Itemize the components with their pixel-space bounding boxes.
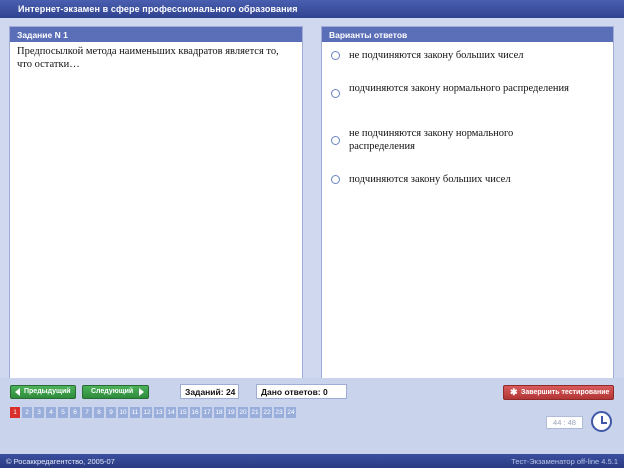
window-title: Интернет-экзамен в сфере профессионально…	[0, 0, 624, 18]
question-number-cell[interactable]: 4	[46, 407, 57, 418]
question-number-cell[interactable]: 24	[286, 407, 297, 418]
answer-option-3[interactable]: не подчиняются закону нормального распре…	[331, 127, 601, 155]
answer-option-label: подчиняются закону больших чисел	[349, 174, 511, 185]
answer-option-label: не подчиняются закону нормального распре…	[349, 128, 514, 152]
runner-icon: ✱	[510, 387, 518, 397]
question-number-cell[interactable]: 21	[250, 407, 261, 418]
prev-button[interactable]: Предыдущий	[10, 385, 76, 399]
version-text: Тест-Экзаменатор off-line 4.5.1	[511, 457, 618, 466]
answer-option-label: подчиняются закону нормального распредел…	[349, 83, 569, 94]
prev-button-label: Предыдущий	[24, 388, 71, 395]
radio-icon[interactable]	[331, 136, 340, 145]
question-number-cell[interactable]: 11	[130, 407, 141, 418]
question-text: Предпосылкой метода наименьших квадратов…	[17, 46, 279, 70]
task-counter: Заданий: 24	[180, 384, 239, 399]
arrow-right-icon	[139, 388, 144, 396]
next-button-label: Следующий	[91, 388, 134, 395]
question-number-cell[interactable]: 1	[10, 407, 21, 418]
status-bar: © Росаккредагентство, 2005-07 Тест-Экзам…	[0, 454, 624, 468]
finish-button-label: Завершить тестирование	[521, 389, 610, 396]
question-number-cell[interactable]: 15	[178, 407, 189, 418]
clock-icon	[591, 411, 612, 432]
timer-display: 44 : 48	[546, 416, 583, 429]
question-number-cell[interactable]: 8	[94, 407, 105, 418]
copyright-text: © Росаккредагентство, 2005-07	[6, 457, 115, 466]
question-number-cell[interactable]: 10	[118, 407, 129, 418]
answer-option-1[interactable]: не подчиняются закону больших чисел	[331, 49, 601, 63]
navigation-bar: Предыдущий Следующий Заданий: 24 Дано от…	[0, 378, 624, 454]
question-number-cell[interactable]: 9	[106, 407, 117, 418]
question-number-cell[interactable]: 16	[190, 407, 201, 418]
radio-icon[interactable]	[331, 89, 340, 98]
question-number-cell[interactable]: 22	[262, 407, 273, 418]
question-number-cell[interactable]: 17	[202, 407, 213, 418]
question-number-cell[interactable]: 3	[34, 407, 45, 418]
question-header: Задание N 1	[10, 27, 302, 42]
next-button[interactable]: Следующий	[82, 385, 149, 399]
content-area: Задание N 1 Предпосылкой метода наименьш…	[0, 18, 624, 384]
answer-option-2[interactable]: подчиняются закону нормального распредел…	[331, 82, 601, 98]
answers-panel: Варианты ответов не подчиняются закону б…	[321, 26, 614, 384]
answered-counter: Дано ответов: 0	[256, 384, 347, 399]
radio-icon[interactable]	[331, 51, 340, 60]
question-panel: Задание N 1 Предпосылкой метода наименьш…	[9, 26, 303, 384]
question-number-cell[interactable]: 6	[70, 407, 81, 418]
question-number-cell[interactable]: 23	[274, 407, 285, 418]
radio-icon[interactable]	[331, 175, 340, 184]
question-number-cell[interactable]: 13	[154, 407, 165, 418]
question-number-cell[interactable]: 12	[142, 407, 153, 418]
answer-option-label: не подчиняются закону больших чисел	[349, 50, 524, 61]
question-number-cell[interactable]: 5	[58, 407, 69, 418]
question-number-cell[interactable]: 7	[82, 407, 93, 418]
question-number-cell[interactable]: 18	[214, 407, 225, 418]
finish-test-button[interactable]: ✱ Завершить тестирование	[503, 385, 614, 400]
question-number-cell[interactable]: 2	[22, 407, 33, 418]
arrow-left-icon	[15, 388, 20, 396]
question-number-cell[interactable]: 19	[226, 407, 237, 418]
answer-option-4[interactable]: подчиняются закону больших чисел	[331, 173, 601, 187]
question-number-cell[interactable]: 14	[166, 407, 177, 418]
answers-header: Варианты ответов	[322, 27, 613, 42]
question-number-cell[interactable]: 20	[238, 407, 249, 418]
